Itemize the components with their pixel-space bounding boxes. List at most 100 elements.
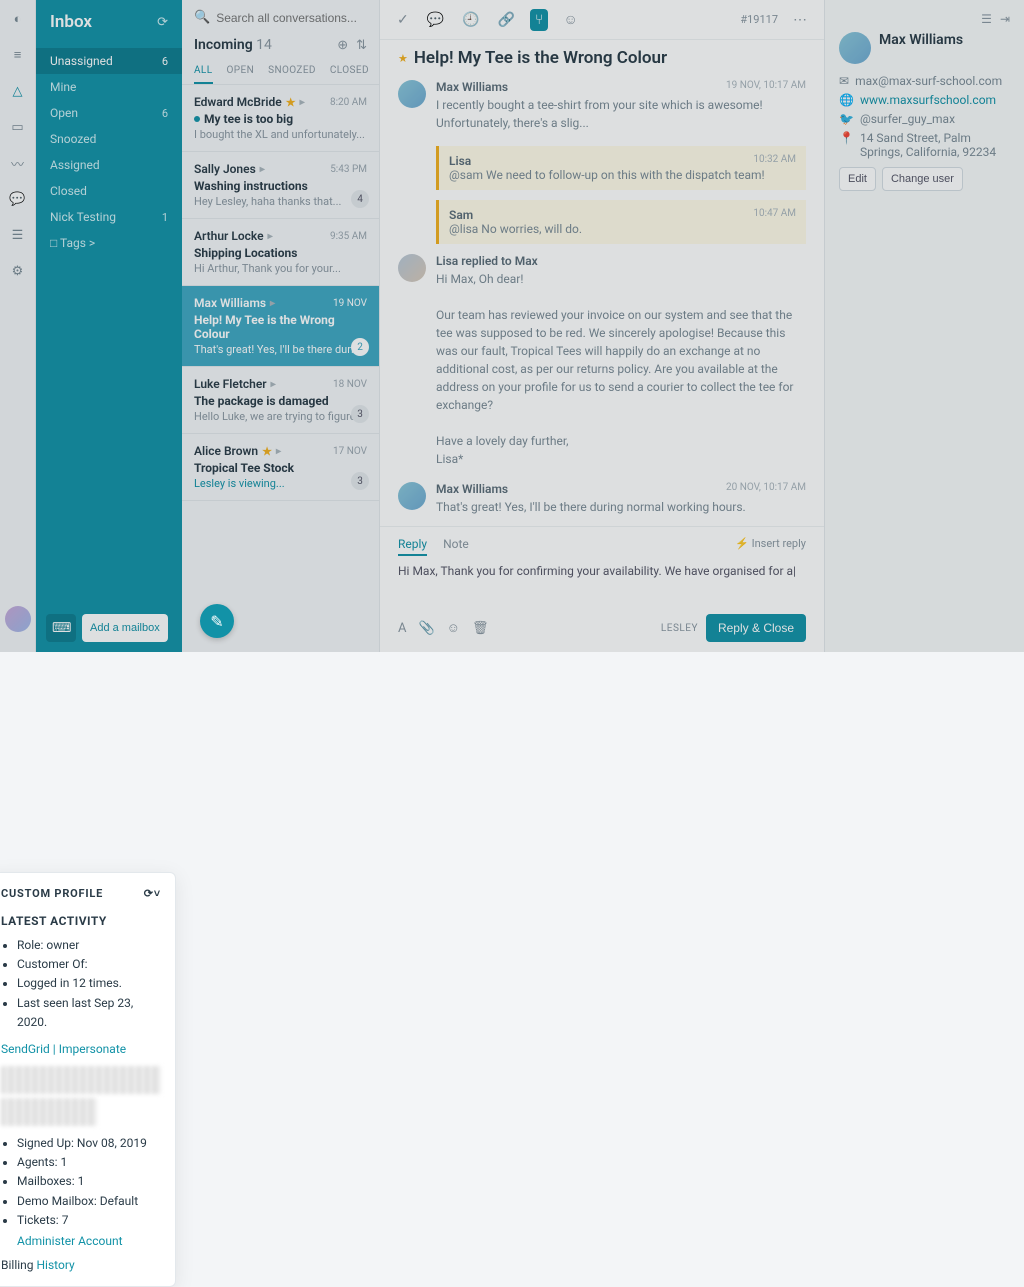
keyboard-button[interactable]: ⌨ bbox=[46, 614, 76, 642]
location-icon: 📍 bbox=[839, 131, 854, 145]
attach-icon[interactable]: 📎 bbox=[418, 621, 434, 636]
message: Max Williams19 NOV, 10:17 AMI recently b… bbox=[398, 80, 806, 132]
contact-email: max@max-surf-school.com bbox=[855, 74, 1002, 88]
tab-reply[interactable]: Reply bbox=[398, 537, 427, 556]
tag-icon[interactable]: ☰ bbox=[981, 12, 992, 26]
contact-avatar bbox=[839, 32, 871, 64]
emoji-compose-icon[interactable]: ☺ bbox=[447, 620, 460, 636]
sidebar-item[interactable]: Unassigned6 bbox=[36, 48, 182, 74]
tab-note[interactable]: Note bbox=[443, 537, 469, 556]
custom-profile-panel: CUSTOM PROFILE⟳˅ LATEST ACTIVITY Role: o… bbox=[0, 872, 176, 1287]
sort-icon[interactable]: ⇅ bbox=[356, 38, 367, 53]
contact-address: 14 Sand Street, Palm Springs, California… bbox=[860, 131, 1010, 159]
trash-icon[interactable]: 🗑 bbox=[472, 621, 489, 636]
send-button[interactable]: Reply & Close bbox=[706, 614, 806, 642]
sliders-icon[interactable]: ☰ bbox=[9, 226, 27, 244]
compose-area: Reply Note ⚡ Insert reply Hi Max, Thank … bbox=[380, 526, 824, 652]
profile-bullet: Mailboxes: 1 bbox=[17, 1172, 161, 1191]
message: Max Williams20 NOV, 10:17 AMThat's great… bbox=[398, 482, 806, 526]
twitter-icon: 🐦 bbox=[839, 112, 854, 126]
reply-icon[interactable]: 💬 bbox=[424, 9, 447, 31]
logo-icon[interactable]: ◐ bbox=[9, 10, 27, 28]
edit-button[interactable]: Edit bbox=[839, 167, 876, 191]
sidebar-item[interactable]: Nick Testing1 bbox=[36, 204, 182, 230]
redacted-1 bbox=[1, 1066, 161, 1094]
contact-name: Max Williams bbox=[879, 32, 963, 48]
assignee-label[interactable]: LESLEY bbox=[661, 623, 698, 634]
message: Lisa replied to MaxHi Max, Oh dear!Our t… bbox=[398, 254, 806, 468]
sidebar: Inbox ⟳ Unassigned6MineOpen6SnoozedAssig… bbox=[36, 0, 182, 652]
filter-tab[interactable]: SNOOZED bbox=[268, 59, 316, 84]
add-mailbox-button[interactable]: Add a mailbox bbox=[82, 614, 168, 642]
search-bar[interactable]: 🔍 bbox=[182, 0, 379, 35]
menu-icon[interactable]: ≡ bbox=[9, 46, 27, 64]
conversation-item[interactable]: Edward McBride ★ ▸8:20 AM My tee is too … bbox=[182, 85, 379, 152]
sidebar-title: Inbox bbox=[50, 12, 92, 32]
contact-twitter: @surfer_guy_max bbox=[860, 112, 955, 126]
merge-icon[interactable]: ⑂ bbox=[530, 9, 548, 31]
search-icon: 🔍 bbox=[194, 10, 210, 25]
conversation-item[interactable]: Alice Brown ★ ▸17 NOVTropical Tee StockL… bbox=[182, 434, 379, 501]
billing-row: Billing History bbox=[1, 1258, 161, 1272]
redacted-2 bbox=[1, 1098, 97, 1126]
conversation-item[interactable]: Luke Fletcher ▸18 NOVThe package is dama… bbox=[182, 367, 379, 434]
message-thread: Max Williams19 NOV, 10:17 AMI recently b… bbox=[380, 80, 824, 526]
latest-activity-heading: LATEST ACTIVITY bbox=[1, 914, 161, 928]
conversation-item[interactable]: Sally Jones ▸5:43 PMWashing instructions… bbox=[182, 152, 379, 219]
sidebar-item[interactable]: Snoozed bbox=[36, 126, 182, 152]
icon-rail: ◐ ≡ △ ▭ 〰 💬 ☰ ⚙ bbox=[0, 0, 36, 652]
filter-tab[interactable]: CLOSED bbox=[330, 59, 369, 84]
conversation-title: Help! My Tee is the Wrong Colour bbox=[414, 48, 667, 68]
toolbar: ✓ 💬 🕘 🔗 ⑂ ☺ #19117 ⋯ bbox=[380, 0, 824, 40]
star-icon[interactable]: ★ bbox=[398, 52, 408, 65]
contact-website[interactable]: www.maxsurfschool.com bbox=[860, 93, 996, 107]
change-user-button[interactable]: Change user bbox=[882, 167, 963, 191]
check-icon[interactable]: ✓ bbox=[394, 9, 412, 31]
profile-heading: CUSTOM PROFILE⟳˅ bbox=[1, 887, 161, 900]
internal-note: 10:47 AMSam@lisa No worries, will do. bbox=[436, 200, 806, 244]
history-link[interactable]: History bbox=[37, 1258, 75, 1272]
search-input[interactable] bbox=[216, 11, 356, 25]
archive-icon[interactable]: ⊕ bbox=[337, 38, 348, 53]
administer-link[interactable]: Administer Account bbox=[17, 1234, 161, 1248]
profile-bullet: Demo Mailbox: Default bbox=[17, 1192, 161, 1211]
contact-panel: ☰ ⇥ Max Williams ✉ max@max-surf-school.co… bbox=[824, 0, 1024, 652]
sidebar-item[interactable]: □ Tags > bbox=[36, 230, 182, 256]
settings-icon[interactable]: ⚙ bbox=[9, 262, 27, 280]
link-icon[interactable]: 🔗 bbox=[495, 9, 518, 31]
internal-note: 10:32 AMLisa@sam We need to follow-up on… bbox=[436, 146, 806, 190]
book-icon[interactable]: ▭ bbox=[9, 118, 27, 136]
compose-fab[interactable]: ✎ bbox=[200, 604, 234, 638]
web-icon: 🌐 bbox=[839, 93, 854, 107]
conversation-item[interactable]: Arthur Locke ▸9:35 AMShipping LocationsH… bbox=[182, 219, 379, 286]
sidebar-item[interactable]: Open6 bbox=[36, 100, 182, 126]
conversation-item[interactable]: Max Williams ▸19 NOVHelp! My Tee is the … bbox=[182, 286, 379, 367]
emoji-icon[interactable]: ☺ bbox=[560, 8, 580, 31]
more-icon[interactable]: ⋯ bbox=[790, 9, 810, 31]
profile-refresh-icon[interactable]: ⟳˅ bbox=[144, 887, 161, 900]
profile-bullet: Agents: 1 bbox=[17, 1153, 161, 1172]
filter-tab[interactable]: ALL bbox=[194, 59, 213, 84]
profile-bullet: Logged in 12 times. bbox=[17, 974, 161, 993]
user-avatar[interactable] bbox=[5, 606, 31, 632]
list-heading: Incoming 14 bbox=[194, 37, 272, 53]
expand-icon[interactable]: ⇥ bbox=[1000, 12, 1010, 26]
insert-reply[interactable]: ⚡ Insert reply bbox=[735, 537, 806, 556]
chat-icon[interactable]: 💬 bbox=[9, 190, 27, 208]
sidebar-item[interactable]: Mine bbox=[36, 74, 182, 100]
conversation-main: ✓ 💬 🕘 🔗 ⑂ ☺ #19117 ⋯ ★ Help! My Tee is t… bbox=[380, 0, 824, 652]
profile-bullet: Role: owner bbox=[17, 936, 161, 955]
clock-icon[interactable]: 🕘 bbox=[459, 9, 482, 31]
refresh-icon[interactable]: ⟳ bbox=[157, 15, 168, 30]
sidebar-item[interactable]: Assigned bbox=[36, 152, 182, 178]
profile-bullet: Customer Of: bbox=[17, 955, 161, 974]
filter-tab[interactable]: OPEN bbox=[227, 59, 255, 84]
email-icon: ✉ bbox=[839, 74, 849, 88]
format-icon[interactable]: A bbox=[398, 621, 406, 636]
profile-links[interactable]: SendGrid | Impersonate bbox=[1, 1042, 161, 1056]
inbox-nav-icon[interactable]: △ bbox=[9, 82, 27, 100]
activity-icon[interactable]: 〰 bbox=[9, 154, 27, 172]
filter-tabs: ALL OPEN SNOOZED CLOSED bbox=[182, 59, 379, 85]
sidebar-item[interactable]: Closed bbox=[36, 178, 182, 204]
compose-input[interactable]: Hi Max, Thank you for confirming your av… bbox=[398, 564, 806, 604]
